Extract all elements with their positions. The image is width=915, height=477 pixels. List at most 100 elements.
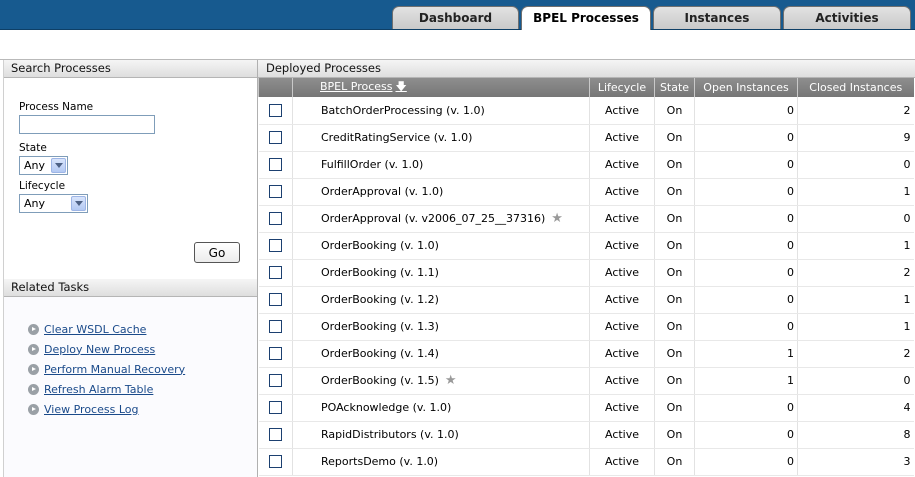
task-deploy-new-process: Deploy New Process	[28, 339, 257, 359]
open-instances-cell: 0	[694, 151, 798, 179]
open-instances-cell: 0	[694, 421, 798, 449]
row-checkbox[interactable]	[268, 293, 282, 307]
row-checkbox[interactable]	[268, 347, 282, 361]
row-checkbox[interactable]	[268, 104, 282, 117]
lifecycle-cell: Active	[589, 421, 655, 449]
state-label: State	[19, 142, 47, 154]
row-checkbox[interactable]	[268, 158, 282, 172]
process-name[interactable]: OrderApproval (v. v2006_07_25__37316)	[321, 212, 545, 225]
process-name-cell: OrderBooking (v. 1.4)	[292, 340, 590, 368]
process-name[interactable]: OrderApproval (v. 1.0)	[321, 185, 443, 198]
row-checkbox[interactable]	[268, 320, 282, 334]
open-instances-cell: 0	[694, 205, 798, 233]
tab-bpel-processes[interactable]: BPEL Processes	[521, 6, 651, 31]
table-header-row: BPEL Process 🡇 Lifecycle State Open Insta…	[258, 78, 914, 97]
state-cell: On	[654, 367, 695, 395]
lifecycle-cell: Active	[589, 97, 655, 125]
bpel-process-header-label: BPEL Process	[320, 80, 393, 93]
process-name[interactable]: OrderBooking (v. 1.3)	[321, 320, 439, 333]
row-checkbox-cell	[258, 421, 293, 449]
process-name-cell: OrderBooking (v. 1.0)	[292, 232, 590, 260]
open-instances-cell: 0	[694, 124, 798, 152]
clear-wsdl-cache-link[interactable]: Clear WSDL Cache	[44, 323, 146, 336]
table-row: OrderBooking (v. 1.2) Active On 0 1	[258, 286, 914, 314]
state-cell: On	[654, 232, 695, 260]
row-checkbox-cell	[258, 448, 293, 476]
row-checkbox[interactable]	[268, 428, 282, 442]
closed-instances-cell: 0	[797, 367, 914, 395]
row-checkbox-cell	[258, 232, 293, 260]
closed-instances-cell: 1	[797, 286, 914, 314]
row-checkbox-cell	[258, 286, 293, 314]
lifecycle-select-value: Any	[24, 197, 46, 210]
tab-dashboard[interactable]: Dashboard	[392, 6, 519, 29]
lifecycle-cell: Active	[589, 151, 655, 179]
row-checkbox[interactable]	[268, 266, 282, 280]
process-name[interactable]: CreditRatingService (v. 1.0)	[321, 131, 472, 144]
view-process-log-link[interactable]: View Process Log	[44, 403, 138, 416]
task-view-process-log: View Process Log	[28, 399, 257, 419]
app-header: Dashboard BPEL Processes Instances Activ…	[0, 0, 915, 31]
process-name[interactable]: OrderBooking (v. 1.1)	[321, 266, 439, 279]
state-cell: On	[654, 124, 695, 152]
row-checkbox[interactable]	[268, 131, 282, 145]
row-checkbox[interactable]	[268, 212, 282, 226]
process-name-cell: ReportsDemo (v. 1.0)	[292, 448, 590, 476]
open-instances-cell: 0	[694, 259, 798, 287]
row-checkbox-cell	[258, 340, 293, 368]
sort-down-arrow-icon: 🡇	[395, 80, 407, 93]
row-checkbox[interactable]	[268, 374, 282, 388]
lifecycle-select[interactable]: Any	[19, 194, 88, 213]
process-name[interactable]: RapidDistributors (v. 1.0)	[321, 428, 459, 441]
process-name[interactable]: FulfillOrder (v. 1.0)	[321, 158, 423, 171]
closed-instances-cell: 1	[797, 232, 914, 260]
process-name[interactable]: OrderBooking (v. 1.0)	[321, 239, 439, 252]
chevron-down-icon	[51, 158, 66, 173]
process-name-input[interactable]	[19, 115, 155, 134]
tab-activities[interactable]: Activities	[783, 6, 911, 29]
open-instances-cell: 1	[694, 340, 798, 368]
refresh-alarm-table-link[interactable]: Refresh Alarm Table	[44, 383, 153, 396]
row-checkbox-cell	[258, 124, 293, 152]
deployed-processes-title: Deployed Processes	[258, 60, 915, 78]
related-tasks-list: Clear WSDL Cache Deploy New Process Perf…	[4, 297, 257, 419]
closed-instances-column-header: Closed Instances	[797, 78, 914, 97]
process-name-cell: OrderBooking (v. 1.3)	[292, 313, 590, 341]
go-button[interactable]: Go	[194, 242, 240, 263]
process-name-cell: CreditRatingService (v. 1.0)	[292, 124, 590, 152]
process-name[interactable]: OrderBooking (v. 1.2)	[321, 293, 439, 306]
open-instances-cell: 0	[694, 97, 798, 125]
arrow-circle-icon	[28, 383, 39, 395]
row-checkbox[interactable]	[268, 239, 282, 253]
deployed-processes-panel: Deployed Processes BPEL Process 🡇 Lifecyc…	[258, 60, 915, 477]
table-row: OrderBooking (v. 1.4) Active On 1 2	[258, 340, 914, 368]
open-instances-cell: 0	[694, 313, 798, 341]
deploy-new-process-link[interactable]: Deploy New Process	[44, 343, 155, 356]
lifecycle-column-header: Lifecycle	[589, 78, 655, 97]
process-name[interactable]: OrderBooking (v. 1.5)	[321, 374, 439, 387]
open-instances-cell: 0	[694, 178, 798, 206]
state-select[interactable]: Any	[19, 156, 68, 175]
process-name[interactable]: OrderBooking (v. 1.4)	[321, 347, 439, 360]
table-row: OrderBooking (v. 1.0) Active On 0 1	[258, 232, 914, 260]
row-checkbox-cell	[258, 394, 293, 422]
process-name-cell: FulfillOrder (v. 1.0)	[292, 151, 590, 179]
bpel-process-column-header[interactable]: BPEL Process 🡇	[292, 78, 590, 97]
tab-instances[interactable]: Instances	[653, 6, 781, 29]
open-instances-cell: 0	[694, 394, 798, 422]
process-name[interactable]: BatchOrderProcessing (v. 1.0)	[321, 104, 485, 117]
star-icon: ★	[551, 211, 563, 226]
open-instances-cell: 1	[694, 367, 798, 395]
state-cell: On	[654, 340, 695, 368]
perform-manual-recovery-link[interactable]: Perform Manual Recovery	[44, 363, 185, 376]
row-checkbox[interactable]	[268, 185, 282, 199]
star-icon: ★	[444, 373, 457, 388]
process-name[interactable]: ReportsDemo (v. 1.0)	[321, 455, 438, 468]
state-select-value: Any	[24, 159, 46, 172]
closed-instances-cell: 2	[797, 97, 914, 125]
lifecycle-label: Lifecycle	[19, 180, 66, 192]
row-checkbox[interactable]	[268, 455, 282, 469]
task-perform-manual-recovery: Perform Manual Recovery	[28, 359, 257, 379]
row-checkbox[interactable]	[268, 401, 282, 415]
process-name[interactable]: POAcknowledge (v. 1.0)	[321, 401, 451, 414]
